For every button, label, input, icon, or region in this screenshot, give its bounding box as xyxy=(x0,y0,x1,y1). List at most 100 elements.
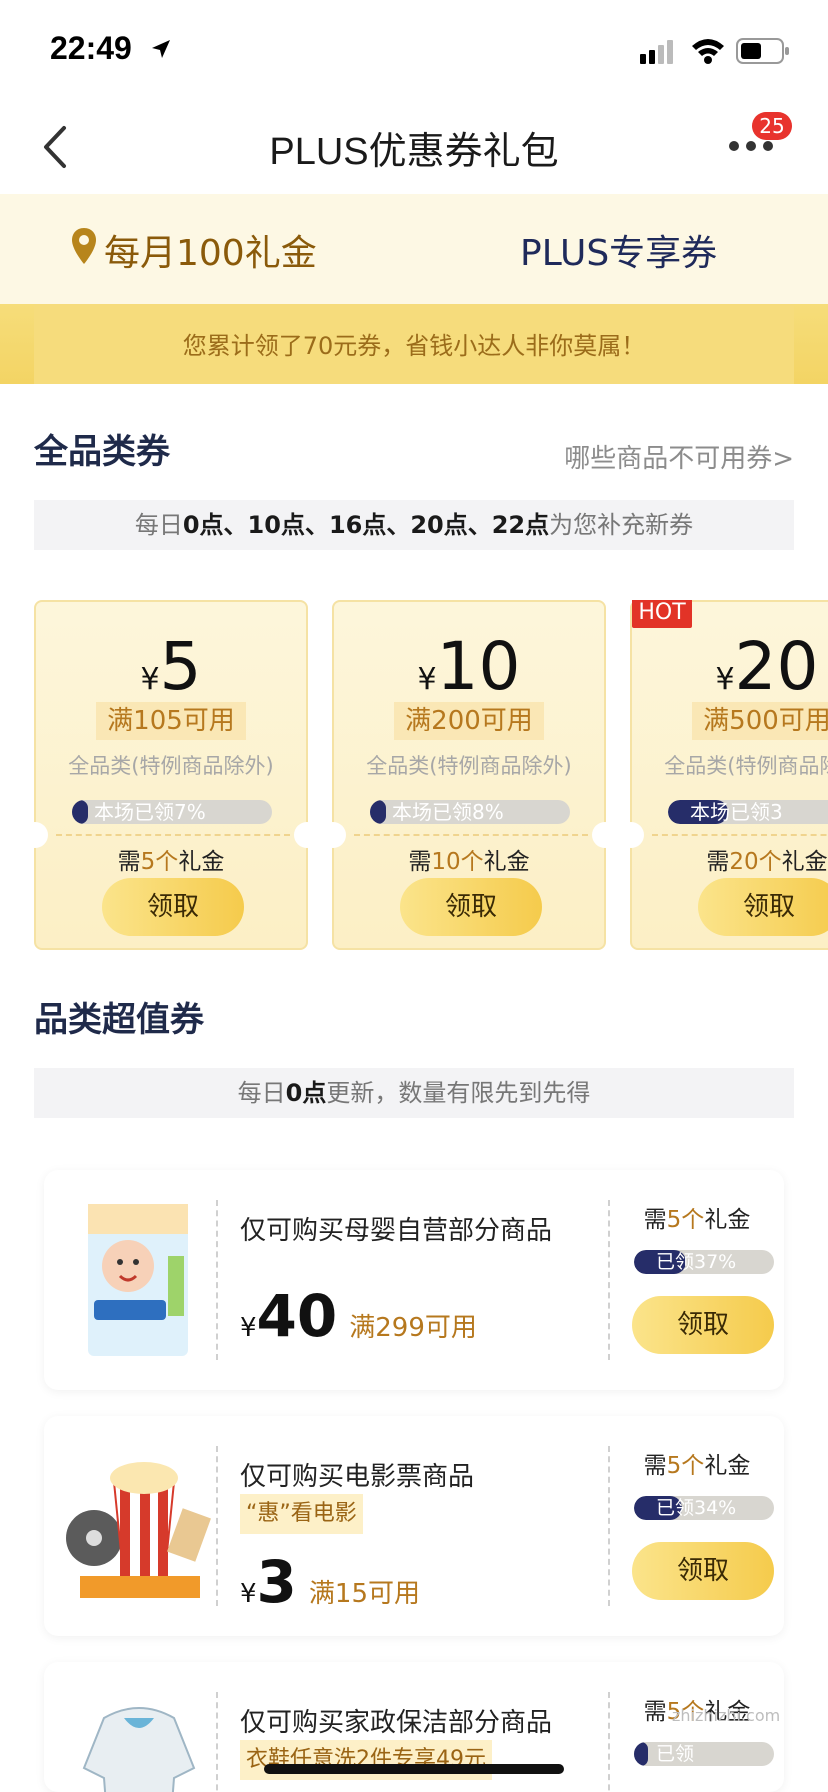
claim-button[interactable]: 领取 xyxy=(400,878,542,936)
tab-plus-coupons[interactable]: PLUS专享券 xyxy=(520,224,717,276)
currency-symbol: ¥ xyxy=(715,662,735,697)
watermark: zhizhizhi.com xyxy=(672,1706,781,1725)
claim-button[interactable]: 领取 xyxy=(632,1296,774,1354)
progress-text: 本场已领7% xyxy=(94,800,206,824)
need-suffix: 礼金 xyxy=(704,1207,751,1233)
progress-fill xyxy=(72,800,88,824)
coupon-description: 仅可购买家政保洁部分商品 xyxy=(240,1708,553,1738)
notice-prefix: 每日 xyxy=(134,511,183,539)
coupon-amount: 3 xyxy=(256,1548,297,1616)
need-num: 20个 xyxy=(729,849,782,875)
coupon-condition: 满500可用 xyxy=(692,702,828,740)
coupon-card: ¥5 满105可用 全品类(特例商品除外) 本场已领7% 需5个礼金 领取 xyxy=(22,600,320,950)
progress-text: 已领37% xyxy=(656,1251,737,1273)
coupon-amount: 5 xyxy=(159,628,202,705)
coupon-price: ¥10 xyxy=(334,628,604,705)
progress-text: 已领34% xyxy=(656,1497,737,1519)
coupon-tag: 衣鞋任意洗2件专享49元 xyxy=(240,1740,492,1780)
coupon-condition: 满105可用 xyxy=(96,702,246,740)
coupon-price: ¥3 满15可用 xyxy=(240,1548,420,1616)
gift-requirement: 需10个礼金 xyxy=(334,842,604,876)
tab-monthly-gift[interactable]: 每月100礼金 xyxy=(104,224,317,276)
wifi-icon xyxy=(692,39,724,64)
progress-text: 本场已领3 xyxy=(690,800,783,824)
category-coupon-card: 仅可购买电影票商品 “惠”看电影 ¥3 满15可用 需5个礼金 已领34% 领取 xyxy=(44,1416,784,1636)
coupon-price: ¥5 xyxy=(36,628,306,705)
tab-bar: 每月100礼金 PLUS专享券 xyxy=(0,194,828,304)
card-divider xyxy=(56,834,290,836)
claim-button[interactable]: 领取 xyxy=(102,878,244,936)
all-coupons-row: ¥5 满105可用 全品类(特例商品除外) 本场已领7% 需5个礼金 领取 ¥1… xyxy=(0,600,828,950)
need-num: 5个 xyxy=(666,1207,705,1233)
coupon-condition: 满200可用 xyxy=(394,702,544,740)
need-prefix: 需 xyxy=(643,1453,667,1479)
movie-popcorn-image[interactable] xyxy=(64,1442,214,1610)
claimed-progress-bar: 已领34% xyxy=(634,1496,774,1520)
coupon-card: ¥10 满200可用 全品类(特例商品除外) 本场已领8% 需10个礼金 领取 xyxy=(320,600,618,950)
need-prefix: 需 xyxy=(117,849,141,875)
coupon-price: ¥20 xyxy=(632,628,828,705)
claimed-progress-bar: 已领37% xyxy=(634,1250,774,1274)
card-divider xyxy=(216,1446,218,1606)
location-arrow-icon xyxy=(152,40,170,58)
banner-text: 您累计领了70元券，省钱小达人非你莫属！ xyxy=(182,332,646,360)
location-pin-icon xyxy=(72,228,96,264)
refill-notice: 每日0点、10点、16点、20点、22点为您补充新券 xyxy=(34,500,794,550)
category-coupon-card: 仅可购买母婴自营部分商品 ¥40 满299可用 需5个礼金 已领37% 领取 xyxy=(44,1170,784,1390)
diaper-product-image[interactable] xyxy=(64,1196,214,1364)
update-notice: 每日0点更新，数量有限先到先得 xyxy=(34,1068,794,1118)
coupon-scope: 全品类(特例商品除外) xyxy=(664,754,828,778)
claim-button[interactable]: 领取 xyxy=(632,1542,774,1600)
coupon-scope: 全品类(特例商品除外) xyxy=(68,754,274,778)
coupon-description: 仅可购买电影票商品 xyxy=(240,1462,475,1492)
progress-text: 已领 xyxy=(656,1743,695,1765)
gift-requirement: 需20个礼金 xyxy=(632,842,828,876)
home-indicator[interactable] xyxy=(264,1764,564,1774)
summary-banner: 您累计领了70元券，省钱小达人非你莫属！ xyxy=(0,304,828,384)
need-suffix: 礼金 xyxy=(704,1453,751,1479)
coupon-amount: 40 xyxy=(256,1282,338,1350)
coupon-amount: 10 xyxy=(436,628,521,705)
notice-times: 0点、10点、16点、20点、22点 xyxy=(182,511,550,539)
status-time: 22:49 xyxy=(50,30,132,66)
notice-times: 0点 xyxy=(285,1079,327,1107)
need-num: 5个 xyxy=(666,1453,705,1479)
coupon-amount: 20 xyxy=(734,628,819,705)
coupon-condition: 满15可用 xyxy=(308,1579,420,1609)
need-suffix: 礼金 xyxy=(781,849,828,875)
notice-suffix: 为您补充新券 xyxy=(549,511,694,539)
currency-symbol: ¥ xyxy=(240,1579,257,1609)
currency-symbol: ¥ xyxy=(140,662,160,697)
notice-prefix: 每日 xyxy=(237,1079,286,1107)
progress-text: 本场已领8% xyxy=(392,800,504,824)
need-suffix: 礼金 xyxy=(483,849,530,875)
need-prefix: 需 xyxy=(706,849,730,875)
coupon-description: 仅可购买母婴自营部分商品 xyxy=(240,1216,553,1246)
need-prefix: 需 xyxy=(643,1699,667,1725)
need-prefix: 需 xyxy=(408,849,432,875)
card-divider xyxy=(216,1692,218,1792)
nav-bar: PLUS优惠券礼包 25 xyxy=(0,100,828,194)
card-divider xyxy=(216,1200,218,1360)
claimed-progress-bar: 本场已领3 xyxy=(668,800,828,824)
coupon-scope: 全品类(特例商品除外) xyxy=(366,754,572,778)
section-title-all: 全品类券 xyxy=(34,432,170,472)
need-suffix: 礼金 xyxy=(178,849,225,875)
coupon-tag: “惠”看电影 xyxy=(240,1494,363,1534)
card-divider xyxy=(652,834,828,836)
claim-button[interactable]: 领取 xyxy=(698,878,828,936)
need-num: 10个 xyxy=(431,849,484,875)
jacket-product-image[interactable] xyxy=(64,1688,214,1792)
notice-suffix: 更新，数量有限先到先得 xyxy=(326,1079,591,1107)
progress-fill xyxy=(370,800,386,824)
unavailable-items-link[interactable]: 哪些商品不可用券> xyxy=(564,438,794,475)
claimed-progress-bar: 本场已领7% xyxy=(72,800,272,824)
cellular-signal-icon xyxy=(640,40,673,64)
hot-tag: HOT xyxy=(632,600,692,628)
claimed-progress-bar: 本场已领8% xyxy=(370,800,570,824)
gift-requirement: 需5个礼金 xyxy=(610,1200,784,1234)
card-divider xyxy=(354,834,588,836)
more-options-icon[interactable] xyxy=(728,138,774,154)
gift-requirement: 需5个礼金 xyxy=(36,842,306,876)
section-title-category: 品类超值券 xyxy=(34,1000,204,1040)
